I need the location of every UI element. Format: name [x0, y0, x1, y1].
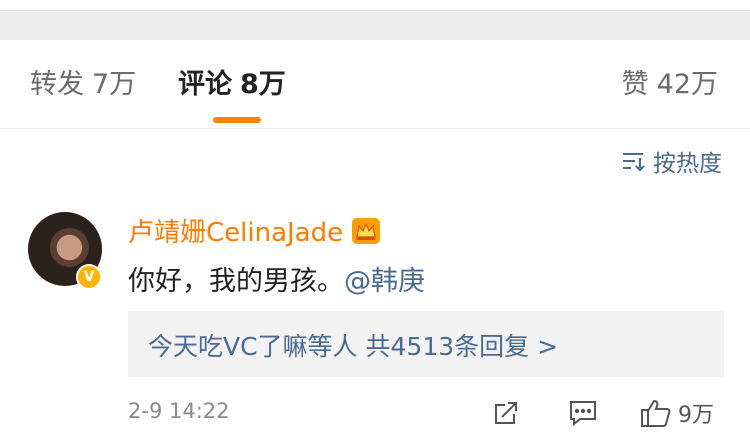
comment-icon [570, 401, 596, 427]
tab-comment[interactable]: 评论 8万 [178, 68, 286, 102]
replies-link[interactable]: 今天吃VC了嘛等人 共4513条回复 > [148, 327, 558, 363]
tab-like-count: 42万 [656, 69, 718, 100]
crown-icon [352, 217, 381, 244]
share-button[interactable] [492, 396, 520, 430]
tab-like-label: 赞 [621, 69, 649, 100]
like-button[interactable]: 9万 [640, 396, 714, 430]
share-icon [495, 402, 517, 424]
reply-summary-box[interactable]: 今天吃VC了嘛等人 共4513条回复 > [128, 311, 724, 377]
verified-badge-icon: V [76, 264, 102, 290]
comment-time: 2-9 14:22 [128, 399, 230, 423]
sort-button[interactable]: 按热度 [621, 145, 722, 177]
mention-link[interactable]: @韩庚 [344, 266, 425, 297]
sort-icon [623, 153, 645, 172]
like-count: 9万 [678, 403, 714, 428]
sort-label: 按热度 [653, 151, 722, 177]
active-tab-indicator [213, 117, 261, 123]
tab-like[interactable]: 赞 42万 [622, 68, 718, 102]
reply-button[interactable] [568, 396, 598, 430]
comment-body: 你好，我的男孩。@韩庚 [128, 259, 425, 298]
tab-bar: 转发 7万 评论 8万 赞 42万 [0, 40, 750, 129]
tab-comment-label: 评论 [178, 69, 232, 100]
previous-card-edge [0, 0, 750, 11]
username-text: 卢靖姗CelinaJade [128, 218, 344, 248]
tab-repost-label: 转发 [30, 69, 84, 100]
comment-text: 你好，我的男孩。 [128, 266, 344, 297]
previous-card-area [0, 0, 750, 40]
thumbs-up-icon [641, 399, 671, 427]
comment-username[interactable]: 卢靖姗CelinaJade [128, 212, 381, 249]
tab-comment-count: 8万 [240, 69, 286, 100]
tab-repost-count: 7万 [92, 69, 137, 100]
tab-repost[interactable]: 转发 7万 [30, 68, 136, 102]
